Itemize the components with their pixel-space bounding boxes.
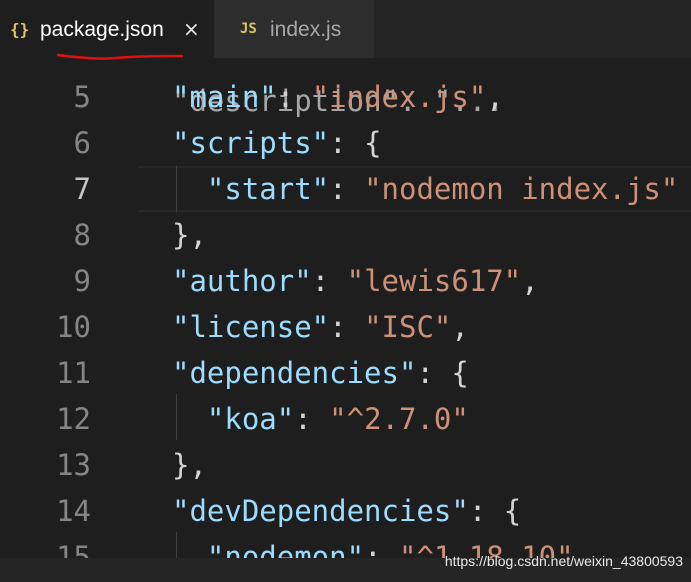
- code-line[interactable]: 6 "scripts": {: [0, 120, 691, 166]
- code-text: "devDependencies": {: [172, 488, 521, 534]
- line-number: 5: [73, 80, 91, 114]
- code-text: },: [172, 212, 207, 258]
- indent-guide: [176, 532, 177, 558]
- close-icon[interactable]: ×: [183, 17, 200, 41]
- line-number: 10: [56, 310, 91, 344]
- token-key: "main": [172, 80, 277, 114]
- code-line[interactable]: 14 "devDependencies": {: [0, 488, 691, 534]
- tab-index-js[interactable]: JS index.js: [214, 0, 374, 58]
- json-file-icon: {}: [10, 20, 30, 39]
- tab-label: package.json: [40, 18, 164, 41]
- code-text: },: [172, 442, 207, 488]
- code-line[interactable]: 5 "main": "index.js",: [0, 74, 691, 120]
- indent-guide: [176, 166, 177, 212]
- token-value: "lewis617": [346, 264, 522, 298]
- token-trail: {: [451, 356, 469, 390]
- code-line[interactable]: 13},: [0, 442, 691, 488]
- watermark-text: https://blog.csdn.net/weixin_43800593: [444, 553, 683, 569]
- code-line[interactable]: 7 "start": "nodemon index.js": [0, 166, 691, 212]
- token-trail: ,: [486, 80, 504, 114]
- token-sep: :: [468, 494, 504, 528]
- token-key: "start": [206, 172, 330, 206]
- code-text: "dependencies": {: [172, 350, 469, 396]
- token-key: "license": [172, 310, 330, 344]
- code-line[interactable]: 9 "author": "lewis617",: [0, 258, 691, 304]
- code-text: "scripts": {: [172, 120, 382, 166]
- token-sep: :: [294, 402, 330, 436]
- token-value: "index.js": [311, 80, 487, 114]
- token-trail: ,: [451, 310, 469, 344]
- line-number: 15: [56, 540, 91, 558]
- line-number: 12: [56, 402, 91, 436]
- token-key: "nodemon": [206, 540, 365, 558]
- token-key: "author": [172, 264, 312, 298]
- token-value: "^2.7.0": [329, 402, 469, 436]
- line-number: 11: [56, 356, 91, 390]
- token-sep: :: [329, 126, 365, 160]
- line-number: 7: [73, 172, 91, 206]
- token-trail: ,: [521, 264, 539, 298]
- tab-bar: {} package.json × JS index.js: [0, 0, 691, 60]
- code-text: "author": "lewis617",: [172, 258, 539, 304]
- tab-label: index.js: [270, 18, 342, 41]
- token-sep: :: [276, 80, 312, 114]
- code-line[interactable]: 12 "koa": "^2.7.0": [0, 396, 691, 442]
- token-key: "devDependencies": [172, 494, 469, 528]
- line-number: 13: [56, 448, 91, 482]
- line-number: 6: [73, 126, 91, 160]
- code-text: "start": "nodemon index.js": [172, 166, 678, 212]
- code-line[interactable]: 10 "license": "ISC",: [0, 304, 691, 350]
- token-sep: :: [364, 540, 399, 558]
- token-sep: :: [416, 356, 452, 390]
- code-line[interactable]: 11 "dependencies": {: [0, 350, 691, 396]
- tab-package-json[interactable]: {} package.json ×: [0, 0, 214, 60]
- token-sep: :: [311, 264, 347, 298]
- token-value: "ISC": [364, 310, 452, 344]
- code-text: "license": "ISC",: [172, 304, 469, 350]
- token-sep: :: [329, 172, 365, 206]
- token-key: "koa": [206, 402, 295, 436]
- token-key: "scripts": [172, 126, 330, 160]
- js-file-icon: JS: [240, 21, 257, 37]
- code-line[interactable]: 8},: [0, 212, 691, 258]
- line-number: 9: [73, 264, 91, 298]
- line-number: 8: [73, 218, 91, 252]
- token-key: "dependencies": [172, 356, 417, 390]
- token-value: "nodemon index.js": [364, 172, 679, 206]
- indent-guide: [176, 394, 177, 440]
- token-trail: },: [172, 448, 207, 482]
- code-editor[interactable]: "description": "... 5 "main": "index.js",…: [0, 58, 691, 558]
- token-sep: :: [329, 310, 365, 344]
- token-trail: {: [503, 494, 522, 528]
- token-trail: },: [172, 218, 207, 252]
- code-text: "koa": "^2.7.0": [172, 396, 469, 442]
- line-number: 14: [56, 494, 91, 528]
- token-trail: {: [364, 126, 382, 160]
- code-text: "main": "index.js",: [172, 74, 504, 120]
